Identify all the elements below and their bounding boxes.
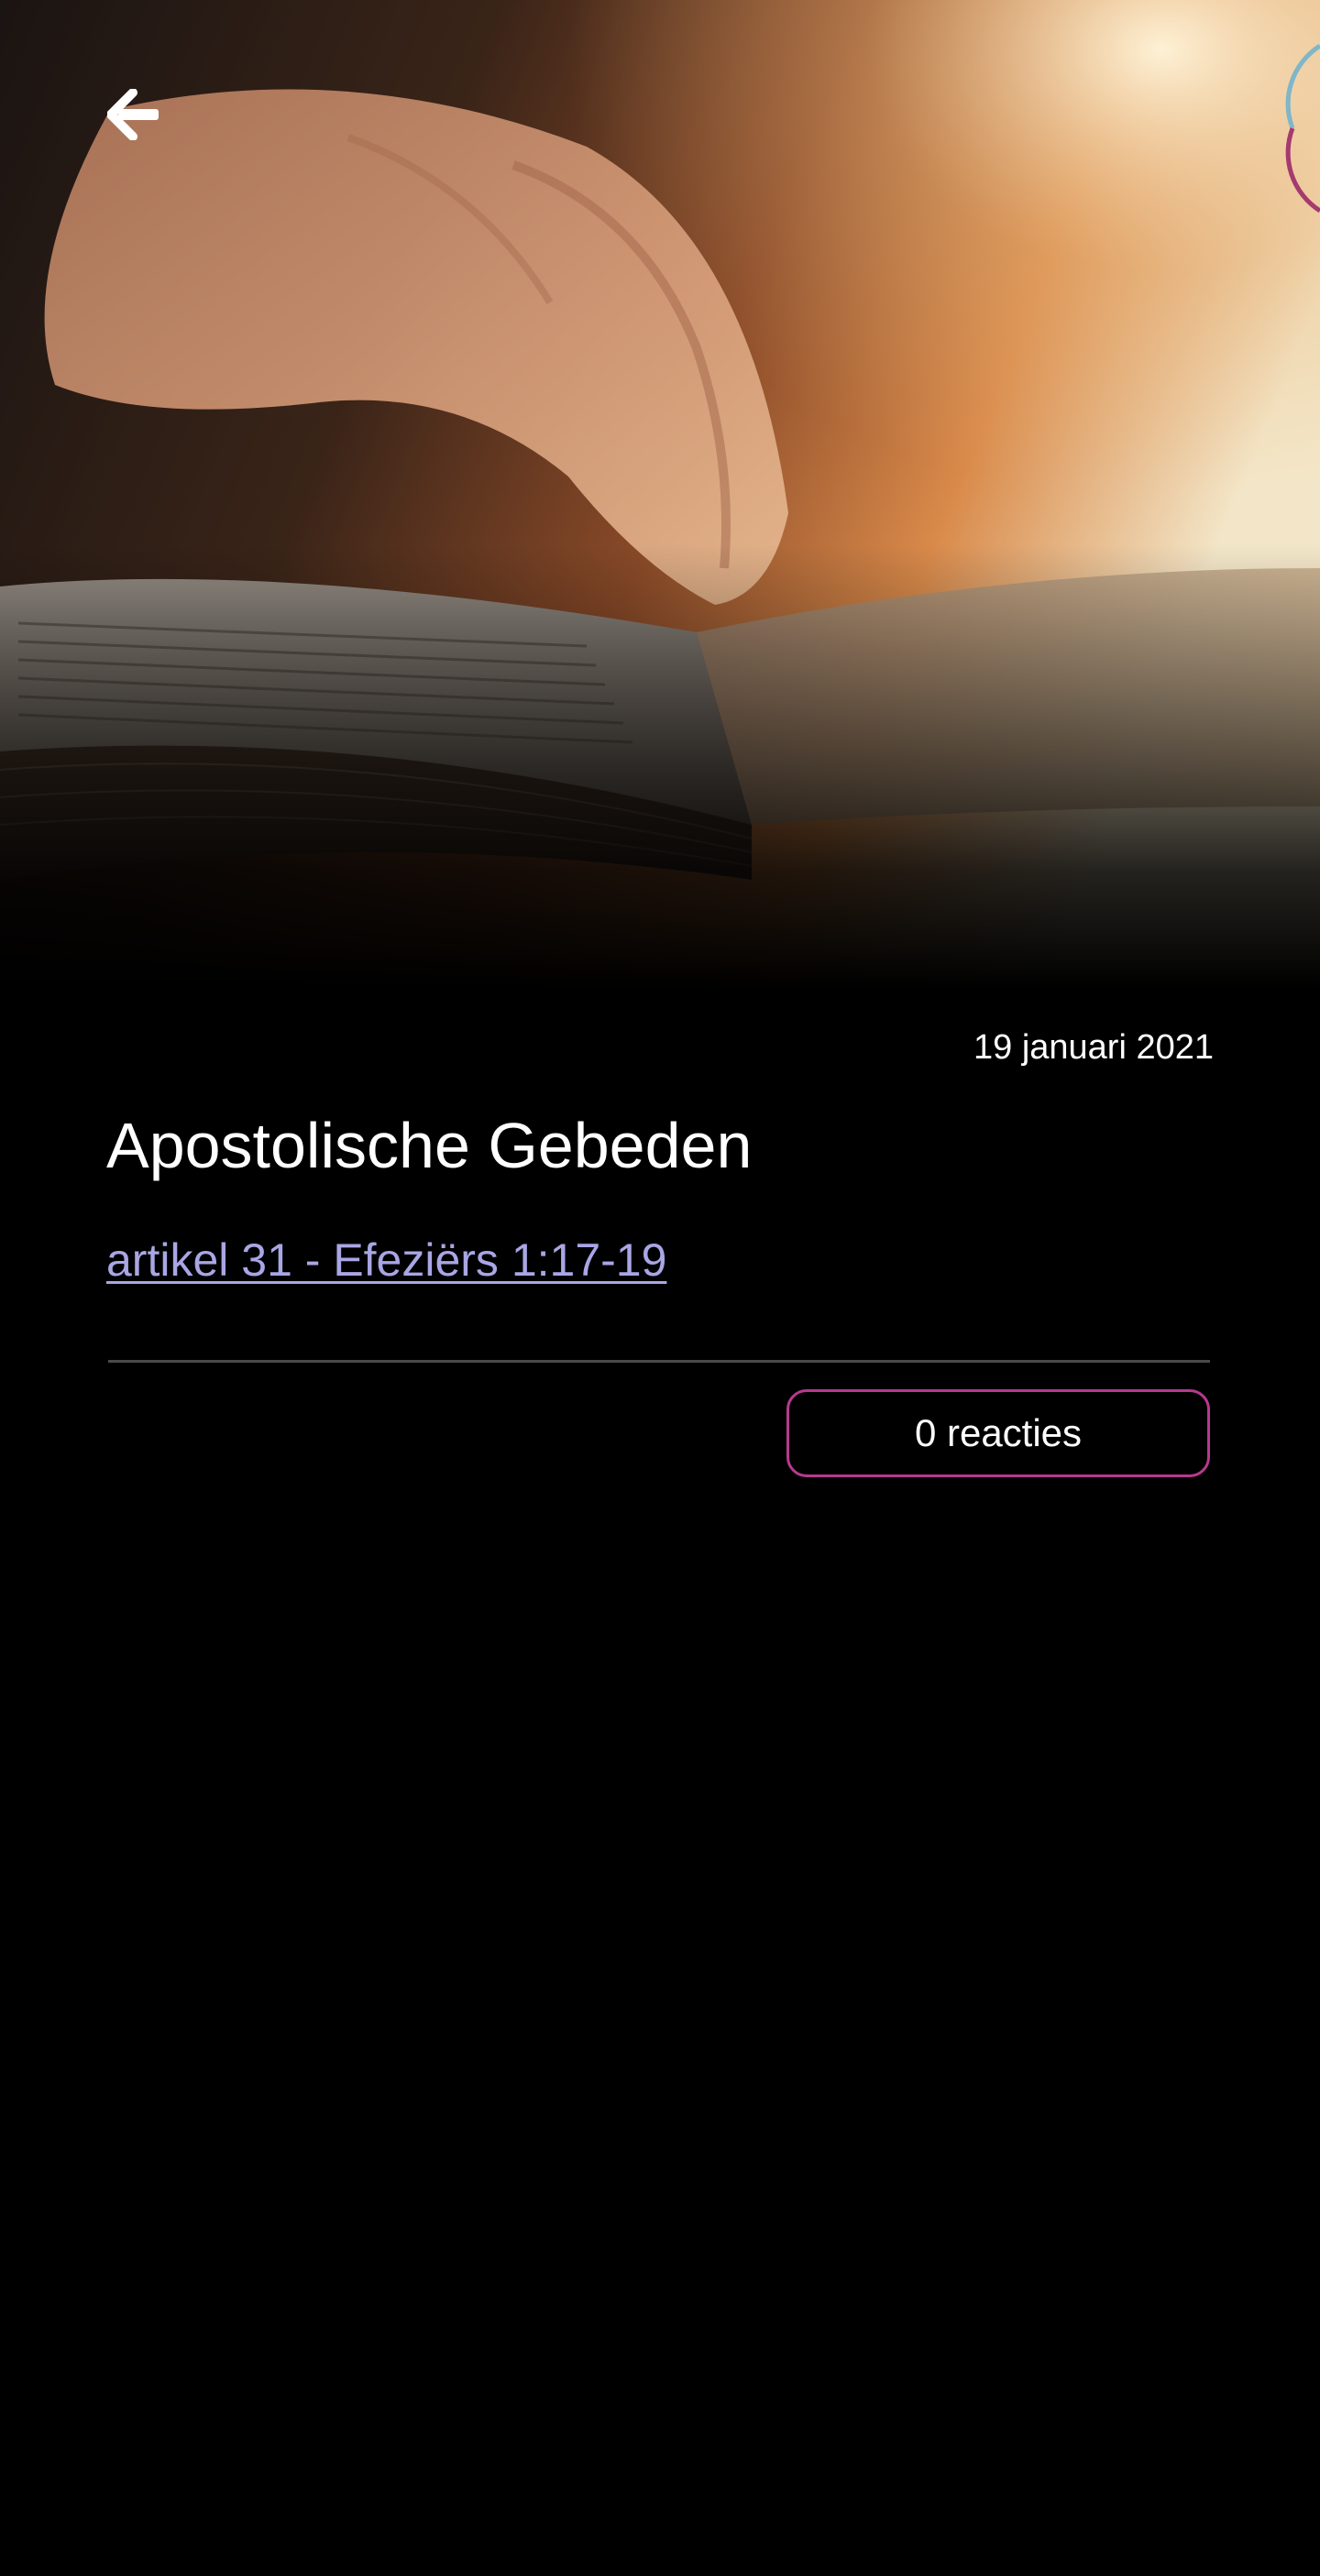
- comments-button[interactable]: 0 reacties: [786, 1389, 1210, 1477]
- article-date: 19 januari 2021: [974, 1028, 1214, 1067]
- comments-label: 0 reacties: [914, 1411, 1083, 1454]
- back-button[interactable]: [103, 84, 167, 148]
- arrow-left-icon: [106, 87, 162, 145]
- profile-ring-icon[interactable]: [1283, 37, 1320, 220]
- divider: [108, 1360, 1210, 1363]
- hero-image: [0, 0, 1320, 990]
- article-link[interactable]: artikel 31 - Efeziërs 1:17-19: [106, 1233, 666, 1287]
- page-title: Apostolische Gebeden: [106, 1110, 753, 1181]
